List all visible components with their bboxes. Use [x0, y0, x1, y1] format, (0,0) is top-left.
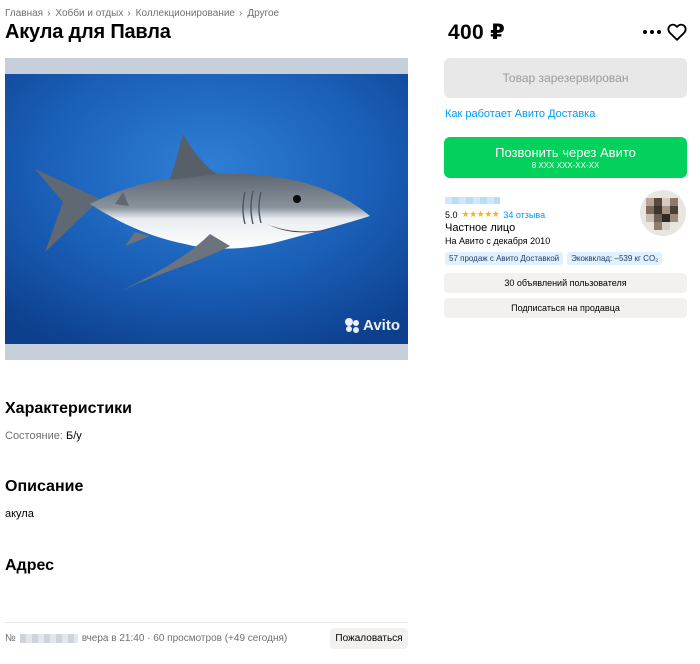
listing-number-prefix: № [5, 633, 16, 644]
complain-button[interactable]: Пожаловаться [330, 628, 408, 649]
reserved-button: Товар зарезервирован [444, 58, 687, 98]
breadcrumb: Главная › Хобби и отдых › Коллекциониров… [5, 8, 279, 19]
param-condition: Состояние: Б/у [5, 430, 82, 442]
seller-name-blurred[interactable] [445, 197, 500, 204]
chevron-right-icon: › [47, 8, 51, 19]
divider [5, 622, 408, 623]
seller-rating: 5.0 ★★★★★ 34 отзыва [445, 209, 545, 220]
watermark-text: Avito [363, 317, 400, 334]
badge-eco[interactable]: Экоквклад: –539 кг CO₂ [567, 252, 663, 265]
seller-type: Частное лицо [445, 222, 516, 234]
price: 400 ₽ [448, 21, 505, 44]
shark-image [5, 74, 408, 344]
listing-meta-text: вчера в 21:40 · 60 просмотров (+49 сегод… [81, 633, 288, 644]
avito-logo-icon [345, 318, 360, 333]
all-ads-button[interactable]: 30 объявлений пользователя [444, 273, 687, 293]
description-text: акула [5, 508, 34, 520]
chevron-right-icon: › [238, 8, 243, 19]
reviews-link[interactable]: 34 отзыва [503, 210, 545, 220]
listing-meta: № вчера в 21:40 · 60 просмотров (+49 сег… [5, 633, 287, 644]
rating-stars-icon: ★★★★★ [461, 209, 500, 219]
seller-since: На Авито с декабря 2010 [445, 236, 551, 246]
call-button-label: Позвонить через Авито [495, 144, 636, 160]
subscribe-button[interactable]: Подписаться на продавца [444, 298, 687, 318]
param-value: Б/у [66, 430, 82, 442]
breadcrumb-item-collecting[interactable]: Коллекционирование [136, 8, 235, 19]
image-gallery[interactable]: Avito [5, 58, 408, 360]
breadcrumb-item-hobby[interactable]: Хобби и отдых [55, 8, 123, 19]
call-button[interactable]: Позвонить через Авито 8 ХХХ ХХХ-ХХ-ХХ [444, 137, 687, 178]
page-title: Акула для Павла [5, 21, 171, 43]
call-button-phone: 8 ХХХ ХХХ-ХХ-ХХ [531, 160, 600, 170]
listing-number-blurred [19, 634, 78, 643]
listing-photo[interactable]: Avito [5, 74, 408, 344]
delivery-info-link[interactable]: Как работает Авито Доставка [445, 108, 595, 120]
more-dots-icon[interactable] [640, 22, 664, 42]
rating-value: 5.0 [445, 209, 458, 220]
description-heading: Описание [5, 478, 84, 495]
badge-delivery-sales[interactable]: 57 продаж с Авито Доставкой [445, 252, 564, 265]
address-heading: Адрес [5, 557, 55, 574]
avatar[interactable] [640, 190, 686, 236]
heart-icon[interactable] [666, 21, 688, 43]
seller-badges: 57 продаж с Авито Доставкой Экоквклад: –… [445, 252, 663, 265]
breadcrumb-item-home[interactable]: Главная [5, 8, 43, 19]
breadcrumb-item-other[interactable]: Другое [247, 8, 279, 19]
param-label: Состояние: [5, 430, 63, 442]
avito-watermark: Avito [345, 317, 400, 334]
characteristics-heading: Характеристики [5, 400, 133, 417]
chevron-right-icon: › [127, 8, 131, 19]
